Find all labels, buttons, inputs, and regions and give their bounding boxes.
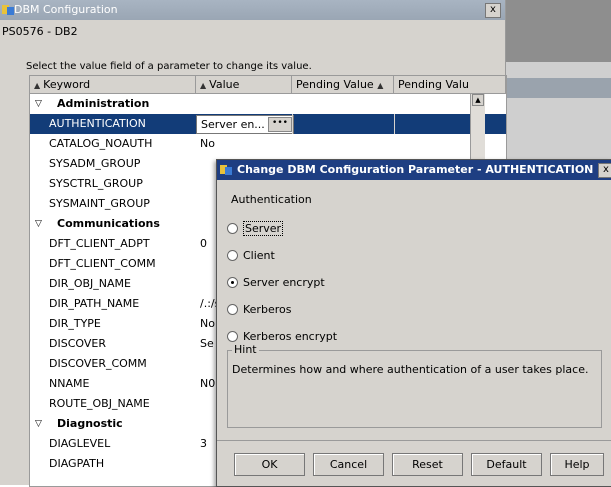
keyword-cell: Communications [57, 217, 160, 230]
keyword-cell: NNAME [49, 377, 90, 390]
default-button[interactable]: Default [471, 453, 542, 476]
table-group-row[interactable]: ▽ Administration [30, 94, 506, 114]
radio-selected-icon[interactable] [227, 277, 238, 288]
help-button[interactable]: Help [550, 453, 604, 476]
keyword-cell: DISCOVER [49, 337, 106, 350]
radio-empty-icon[interactable] [227, 304, 238, 315]
keyword-cell: DIR_TYPE [49, 317, 101, 330]
cancel-button[interactable]: Cancel [313, 453, 384, 476]
sort-icon: ▲ [34, 81, 41, 90]
table-row[interactable]: AUTHENTICATION Server en... ••• [30, 114, 506, 134]
value-cell: Server en... [201, 118, 265, 131]
radio-label: Kerberos [243, 303, 292, 316]
column-header-keyword[interactable]: ▲ Keyword [30, 76, 196, 93]
radio-label: Server encrypt [243, 276, 325, 289]
dialog-title-bar: Change DBM Configuration Parameter - AUT… [217, 160, 611, 180]
radio-label: Kerberos encrypt [243, 330, 338, 343]
value-cell[interactable]: Se [200, 334, 214, 354]
hint-groupbox: Hint Determines how and where authentica… [227, 343, 602, 428]
pending-value-cell[interactable] [394, 114, 395, 134]
sort-icon: ▲ [377, 81, 384, 90]
hint-text: Determines how and where authentication … [232, 363, 589, 376]
keyword-cell: Administration [57, 97, 150, 110]
value-cell[interactable]: N0 [200, 374, 215, 394]
radio-empty-icon[interactable] [227, 223, 238, 234]
sort-icon: ▲ [200, 81, 207, 90]
radio-label-wrapper: Server [243, 221, 284, 237]
expand-triangle-icon[interactable]: ▽ [35, 94, 42, 114]
keyword-cell: AUTHENTICATION [49, 117, 146, 130]
column-header-value[interactable]: ▲ Value [196, 76, 292, 93]
value-cell[interactable]: No [200, 134, 215, 154]
hint-label: Hint [232, 343, 259, 356]
expand-triangle-icon[interactable]: ▽ [35, 214, 42, 234]
db2-app-icon [2, 5, 14, 15]
keyword-cell: Diagnostic [57, 417, 123, 430]
keyword-cell: DFT_CLIENT_COMM [49, 257, 156, 270]
keyword-cell: DIR_PATH_NAME [49, 297, 140, 310]
ok-button[interactable]: OK [234, 453, 305, 476]
keyword-cell: DISCOVER_COMM [49, 357, 147, 370]
parameter-heading: Authentication [231, 193, 312, 206]
keyword-cell: DIAGPATH [49, 457, 105, 470]
main-title-bar: DBM Configuration x [0, 0, 505, 20]
keyword-cell: DIR_OBJ_NAME [49, 277, 132, 290]
radio-label-wrapper: Client [243, 248, 275, 264]
dialog-title: Change DBM Configuration Parameter - AUT… [237, 163, 594, 176]
value-cell[interactable]: 3 [200, 434, 207, 454]
button-separator [217, 440, 611, 441]
main-window-title: DBM Configuration [14, 3, 118, 16]
keyword-cell: SYSADM_GROUP [49, 157, 141, 170]
pending-value-cell[interactable] [292, 114, 293, 134]
keyword-cell: DFT_CLIENT_ADPT [49, 237, 150, 250]
value-edit-field[interactable]: Server en... ••• [196, 115, 294, 134]
keyword-cell: DIAGLEVEL [49, 437, 111, 450]
value-cell[interactable]: No [200, 314, 215, 334]
close-icon[interactable]: x [598, 163, 611, 178]
scroll-up-icon[interactable]: ▲ [472, 94, 484, 106]
keyword-cell: SYSCTRL_GROUP [49, 177, 143, 190]
keyword-cell: ROUTE_OBJ_NAME [49, 397, 150, 410]
keyword-cell: CATALOG_NOAUTH [49, 137, 153, 150]
expand-triangle-icon[interactable]: ▽ [35, 414, 42, 434]
column-header-pending-value[interactable]: Pending Value ▲ [292, 76, 394, 93]
table-row[interactable]: CATALOG_NOAUTH No [30, 134, 506, 154]
reset-button[interactable]: Reset [392, 453, 463, 476]
instance-subtitle: PS0576 - DB2 [2, 25, 78, 38]
instruction-text: Select the value field of a parameter to… [26, 61, 312, 72]
radio-label: Server [243, 221, 284, 236]
column-header-pending-value-2[interactable]: Pending Valu [394, 76, 506, 93]
table-header: ▲ Keyword ▲ Value Pending Value ▲ Pending … [30, 76, 506, 94]
radio-label: Client [243, 249, 275, 262]
value-cell[interactable]: 0 [200, 234, 207, 254]
radio-label-wrapper: Kerberos [243, 302, 291, 318]
keyword-cell: SYSMAINT_GROUP [49, 197, 150, 210]
background-window-title-bar: _ [506, 78, 611, 174]
db2-app-icon [220, 165, 232, 175]
ellipsis-button[interactable]: ••• [268, 117, 292, 132]
radio-empty-icon[interactable] [227, 250, 238, 261]
close-icon[interactable]: x [485, 3, 501, 18]
change-parameter-dialog: Change DBM Configuration Parameter - AUT… [216, 159, 611, 487]
radio-label-wrapper: Server encrypt [243, 275, 325, 291]
radio-empty-icon[interactable] [227, 331, 238, 342]
radio-dot-icon [231, 281, 234, 284]
background-window-dark-area [506, 0, 611, 62]
